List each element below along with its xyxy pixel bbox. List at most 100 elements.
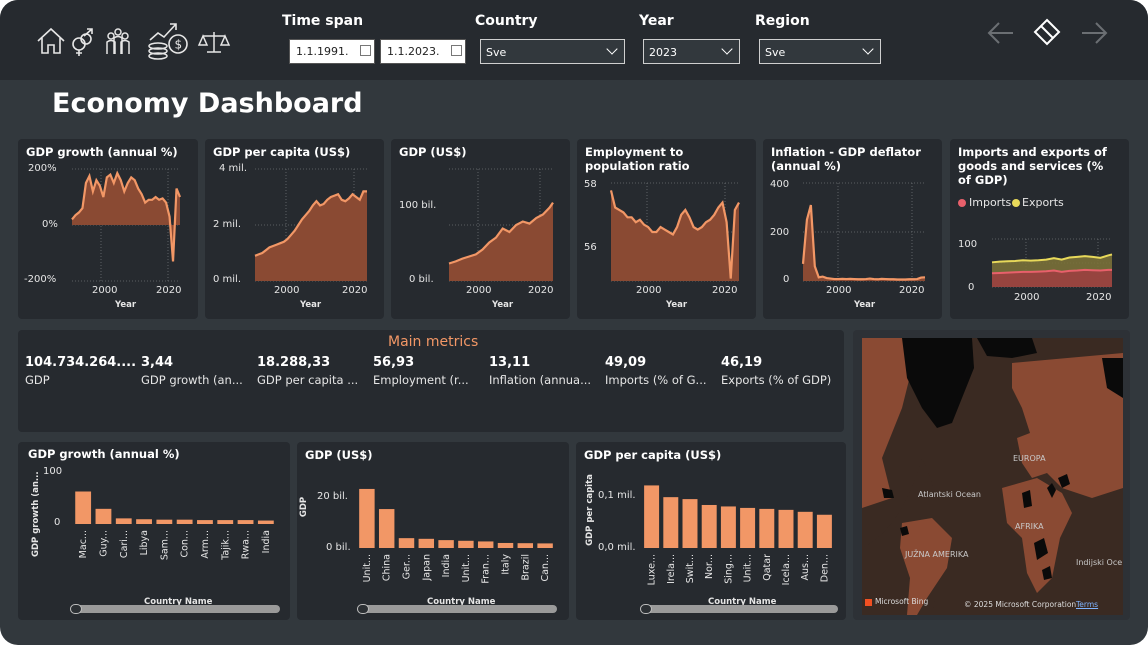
region-dropdown[interactable]: Sve <box>759 39 881 64</box>
calendar-icon[interactable] <box>360 45 371 56</box>
y-tick: 0% <box>42 219 58 230</box>
bar <box>458 540 474 548</box>
y-tick: 100 bil. <box>399 200 437 211</box>
map-brand: Microsoft Bing <box>875 597 929 606</box>
metric-value: 56,93 <box>373 355 415 370</box>
bar <box>517 543 534 548</box>
y-tick: 0,1 mil. <box>598 490 636 501</box>
per-capita-bar-chart[interactable]: Luxe... Irela... Swit... Nor... Sing... Unit.… <box>576 442 846 620</box>
chevron-down-icon <box>862 43 874 55</box>
gdp-growth-card: GDP growth (annual %) 200% 0% -200% 2000… <box>18 139 198 319</box>
money-growth-icon[interactable]: $ <box>146 18 190 60</box>
map-label: Atlantski Ocean <box>918 490 981 499</box>
bar-category-label: Japan <box>421 554 432 582</box>
date-from-field[interactable]: 1.1.1991. <box>289 39 375 64</box>
bar-category-label: Icela... <box>781 554 792 585</box>
home-icon[interactable] <box>34 24 68 58</box>
metric-label: GDP growth (an... <box>141 373 243 387</box>
year-value: 2023 <box>649 46 677 59</box>
date-from-value: 1.1.1991. <box>296 45 349 58</box>
gender-icon[interactable] <box>66 24 100 58</box>
y-tick: 58 <box>584 179 597 190</box>
country-dropdown[interactable]: Sve <box>480 39 625 64</box>
bar <box>663 497 679 548</box>
bar-category-label: Qatar <box>762 554 773 581</box>
chevron-down-icon <box>606 43 618 55</box>
bar-category-label: Fran... <box>481 554 492 584</box>
y-tick: -200% <box>24 274 57 285</box>
horizontal-scrollbar[interactable] <box>640 604 838 614</box>
x-tick: 2000 <box>1014 292 1040 303</box>
bar-category-label: Arm... <box>200 530 211 559</box>
x-tick: 2020 <box>156 285 182 296</box>
back-arrow-icon[interactable] <box>985 18 1017 48</box>
map-label: EUROPA <box>1013 454 1046 463</box>
horizontal-scrollbar[interactable] <box>357 604 557 614</box>
x-axis-title: Year <box>115 300 137 310</box>
dashboard-frame: $ Time span 1.1.1991. 1.1.2023. Country … <box>0 0 1148 645</box>
metric-value: 3,44 <box>141 355 174 370</box>
map-label: Indijski Oce <box>1076 558 1123 567</box>
bar-category-label: Swit... <box>685 554 696 583</box>
date-to-value: 1.1.2023. <box>387 45 440 58</box>
y-tick: 0 <box>54 517 61 528</box>
map-card: EUROPA Atlantski Ocean AFRIKA JUŽNA AMERIKA… <box>853 330 1130 620</box>
chevron-down-icon <box>721 43 733 55</box>
metric-value: 46,19 <box>721 355 763 370</box>
date-to-field[interactable]: 1.1.2023. <box>380 39 466 64</box>
bar-category-label: India <box>441 554 452 577</box>
gdp-per-capita-card: GDP per capita (US$) 4 mil. 2 mil. 0 mil… <box>205 139 384 319</box>
bar <box>378 509 395 548</box>
bar-category-label: China <box>382 554 393 581</box>
forward-arrow-icon[interactable] <box>1078 18 1110 48</box>
bar-category-label: Con... <box>180 530 191 558</box>
map-terms-link[interactable]: Terms <box>1076 600 1098 609</box>
bar <box>477 541 494 548</box>
scroll-handle[interactable] <box>357 604 369 614</box>
main-metrics-title: Main metrics <box>388 334 479 350</box>
y-tick: 100 <box>43 466 63 477</box>
y-tick: 100 <box>958 239 978 250</box>
area-fill <box>611 190 739 281</box>
bar-category-label: Unit... <box>461 554 472 582</box>
bar-category-label: Luxe... <box>647 554 658 585</box>
y-tick: 0 <box>968 282 975 293</box>
balance-scale-icon[interactable] <box>197 24 231 58</box>
bar-category-label: Nor... <box>704 554 715 579</box>
metric-label: Employment (r... <box>373 373 469 387</box>
x-tick: 2020 <box>899 285 925 296</box>
metric-label: Exports (% of GDP) <box>721 373 832 387</box>
metric-value: 49,09 <box>605 355 647 370</box>
metric-label: Imports (% of G... <box>605 373 707 387</box>
population-icon[interactable] <box>101 24 135 58</box>
year-dropdown[interactable]: 2023 <box>643 39 740 64</box>
bar <box>720 506 736 548</box>
gdp-bar-chart[interactable]: Unit... China Ger... Japan India Unit... Fran.… <box>297 442 569 620</box>
bar <box>197 520 213 524</box>
page-title: Economy Dashboard <box>52 88 363 119</box>
area-fill <box>803 205 925 281</box>
imports-exports-card: Imports and exports of goods and service… <box>950 139 1129 319</box>
bar <box>136 519 152 524</box>
bar <box>778 509 794 548</box>
x-tick: 2020 <box>342 285 368 296</box>
employment-card: Employment to population ratio 58 56 200… <box>577 139 756 319</box>
calendar-icon[interactable] <box>451 45 462 56</box>
region-label: Region <box>755 13 810 29</box>
world-map[interactable] <box>862 338 1123 615</box>
bar <box>438 540 454 548</box>
country-label: Country <box>475 13 538 29</box>
bar <box>797 511 813 548</box>
bar-category-label: Libya <box>139 530 150 555</box>
area-fill <box>255 191 367 281</box>
eraser-icon[interactable] <box>1032 17 1062 47</box>
horizontal-scrollbar[interactable] <box>70 604 280 614</box>
bar <box>75 491 92 524</box>
region-value: Sve <box>765 46 786 59</box>
scroll-handle[interactable] <box>70 604 82 614</box>
top-bar: $ Time span 1.1.1991. 1.1.2023. Country … <box>0 0 1148 80</box>
bar <box>359 488 375 548</box>
per-capita-bar-card: GDP per capita (US$) Luxe... Irela... Swit… <box>576 442 846 620</box>
bar-category-label: Italy <box>501 554 512 575</box>
scroll-handle[interactable] <box>640 604 652 614</box>
